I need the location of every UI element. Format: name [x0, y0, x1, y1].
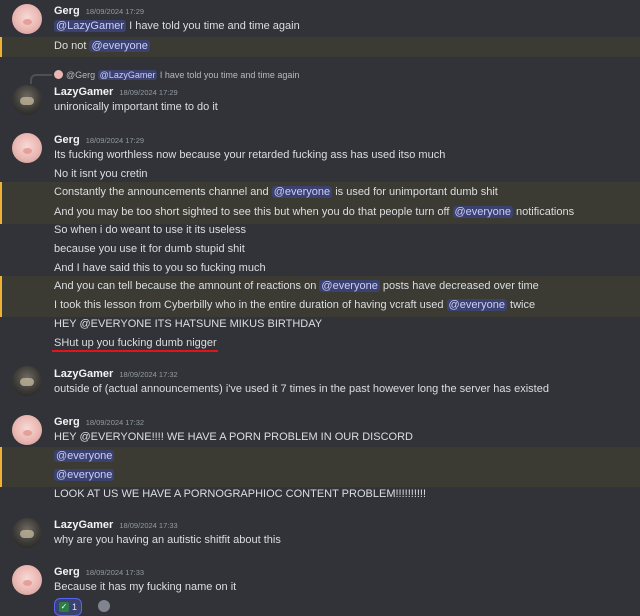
message-line: Do not @everyone	[54, 40, 150, 52]
timestamp: 18/09/2024 17:29	[119, 88, 178, 97]
reply-preview[interactable]: @Gerg @LazyGamer I have told you time an…	[54, 70, 299, 80]
everyone-mention[interactable]: @everyone	[452, 206, 513, 218]
add-reaction-icon[interactable]	[98, 600, 110, 612]
red-underline	[52, 350, 218, 352]
message-line: because you use it for dumb stupid shit	[54, 243, 245, 255]
user-mention[interactable]: @LazyGamer	[54, 20, 127, 32]
message-line: And I have said this to you so fucking m…	[54, 262, 266, 274]
message-line: @everyone	[54, 469, 115, 481]
message-line: @everyone	[54, 450, 115, 462]
avatar[interactable]	[12, 518, 42, 548]
timestamp: 18/09/2024 17:29	[85, 7, 145, 16]
message-line: HEY @EVERYONE ITS HATSUNE MIKUS BIRTHDAY	[54, 318, 323, 330]
reply-connector	[30, 74, 52, 84]
everyone-mention[interactable]: @everyone	[446, 299, 507, 311]
message-line: LOOK AT US WE HAVE A PORNOGRAPHIOC CONTE…	[54, 488, 427, 500]
timestamp: 18/09/2024 17:32	[85, 418, 145, 427]
message-line: Its fucking worthless now because your r…	[54, 149, 446, 161]
avatar[interactable]	[12, 565, 42, 595]
message-line: And you can tell because the amnount of …	[54, 280, 539, 292]
everyone-mention[interactable]: @everyone	[319, 280, 380, 292]
message-line: I took this lesson from Cyberbilly who i…	[54, 299, 536, 311]
author-name[interactable]: Gerg 18/09/2024 17:33	[54, 566, 144, 578]
avatar[interactable]	[12, 85, 42, 115]
everyone-mention[interactable]: @everyone	[54, 450, 115, 462]
message-line: @LazyGamer I have told you time and time…	[54, 20, 300, 32]
message-line: So when i do weant to use it its useless	[54, 224, 246, 236]
message-line: Because it has my fucking name on it	[54, 581, 237, 593]
author-name[interactable]: Gerg 18/09/2024 17:32	[54, 416, 144, 428]
everyone-mention[interactable]: @everyone	[89, 40, 150, 52]
reply-avatar-icon	[54, 70, 63, 79]
avatar[interactable]	[12, 4, 42, 34]
timestamp: 18/09/2024 17:33	[119, 521, 178, 530]
message-line: And you may be too short sighted to see …	[54, 206, 575, 218]
author-name[interactable]: LazyGamer 18/09/2024 17:33	[54, 519, 178, 531]
avatar[interactable]	[12, 133, 42, 163]
author-name[interactable]: Gerg 18/09/2024 17:29	[54, 5, 144, 17]
everyone-mention[interactable]: @everyone	[271, 186, 333, 198]
timestamp: 18/09/2024 17:29	[85, 136, 145, 145]
author-name[interactable]: Gerg 18/09/2024 17:29	[54, 134, 144, 146]
message-line: Constantly the announcements channel and…	[54, 186, 498, 198]
message-line: SHut up you fucking dumb nigger	[54, 337, 217, 349]
everyone-mention[interactable]: @everyone	[54, 469, 115, 481]
message-line: why are you having an autistic shitfit a…	[54, 534, 281, 546]
message-line: unironically important time to do it	[54, 101, 218, 113]
author-name[interactable]: LazyGamer 18/09/2024 17:32	[54, 368, 178, 380]
message-line: HEY @EVERYONE!!!! WE HAVE A PORN PROBLEM…	[54, 431, 413, 443]
message-line: No it isnt you cretin	[54, 168, 148, 180]
user-mention[interactable]: @LazyGamer	[97, 70, 158, 80]
reaction-checkmark[interactable]: ✓ 1	[54, 598, 83, 616]
author-name[interactable]: LazyGamer 18/09/2024 17:29	[54, 86, 178, 98]
avatar[interactable]	[12, 366, 42, 396]
avatar[interactable]	[12, 415, 42, 445]
timestamp: 18/09/2024 17:33	[85, 568, 145, 577]
timestamp: 18/09/2024 17:32	[119, 370, 178, 379]
message-line: outside of (actual announcements) i've u…	[54, 383, 549, 395]
